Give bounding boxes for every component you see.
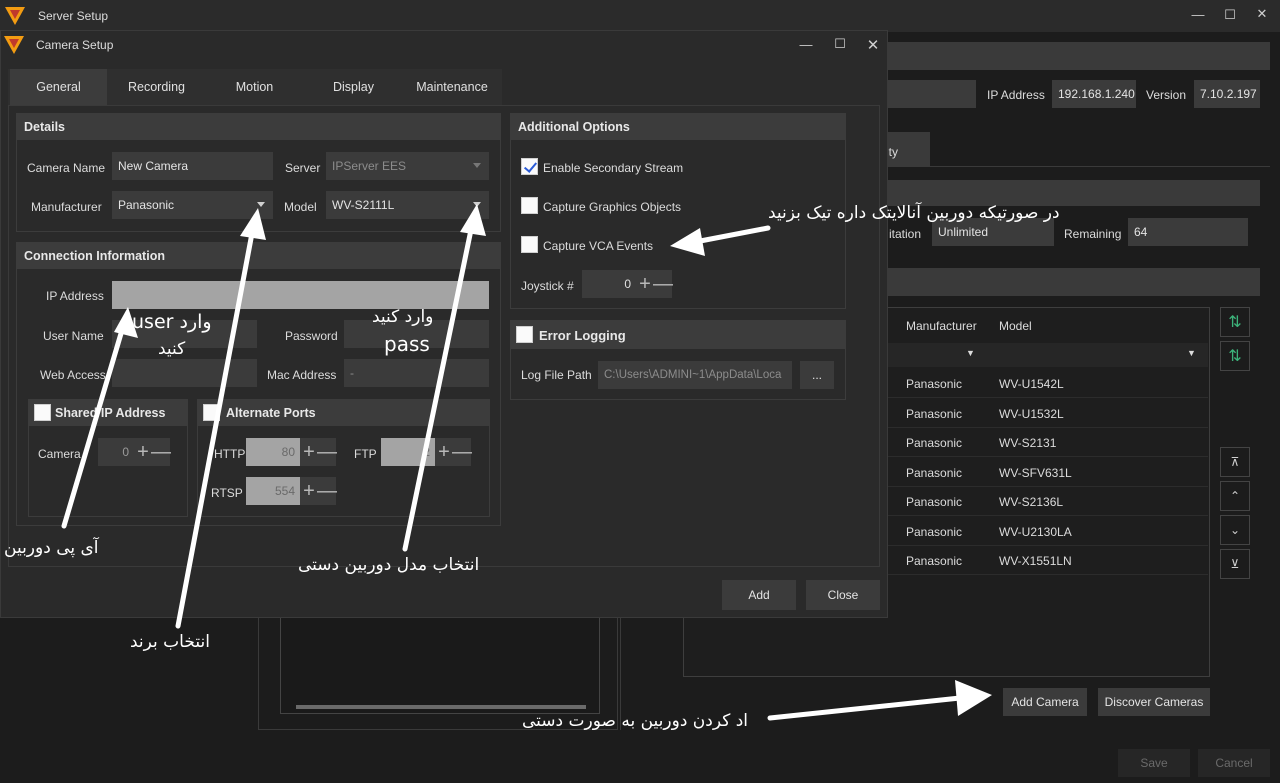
- annotation-pass-line1: وارد کنید: [372, 307, 434, 327]
- arrowhead-vca: [670, 228, 705, 256]
- arrow-brand-line: [175, 225, 256, 629]
- annotation-model: انتخاب مدل دوربین دستی: [298, 555, 480, 575]
- arrow-model-line: [402, 222, 475, 552]
- annotation-brand: انتخاب برند: [130, 632, 210, 652]
- arrowhead-model: [460, 204, 486, 236]
- arrow-addcam-line: [767, 695, 963, 721]
- annotation-pass-line2: pass: [384, 332, 430, 356]
- arrowhead-brand: [240, 208, 266, 240]
- arrow-vca-line: [692, 225, 771, 245]
- arrowhead-addcam: [955, 680, 992, 716]
- annotation-user-line1: وارد user: [132, 311, 212, 333]
- annotation-user-line2: کنید: [158, 339, 186, 359]
- annotation-ip: آی پی دوربین: [4, 538, 99, 558]
- annotation-arrows: [61, 204, 992, 721]
- arrow-user-line: [61, 317, 128, 529]
- annotation-vca: در صورتیکه دوربین آنالایتک داره تیک بزنی…: [768, 203, 1060, 223]
- annotation-add-manual: اد کردن دوربین به صورت دستی: [522, 711, 749, 731]
